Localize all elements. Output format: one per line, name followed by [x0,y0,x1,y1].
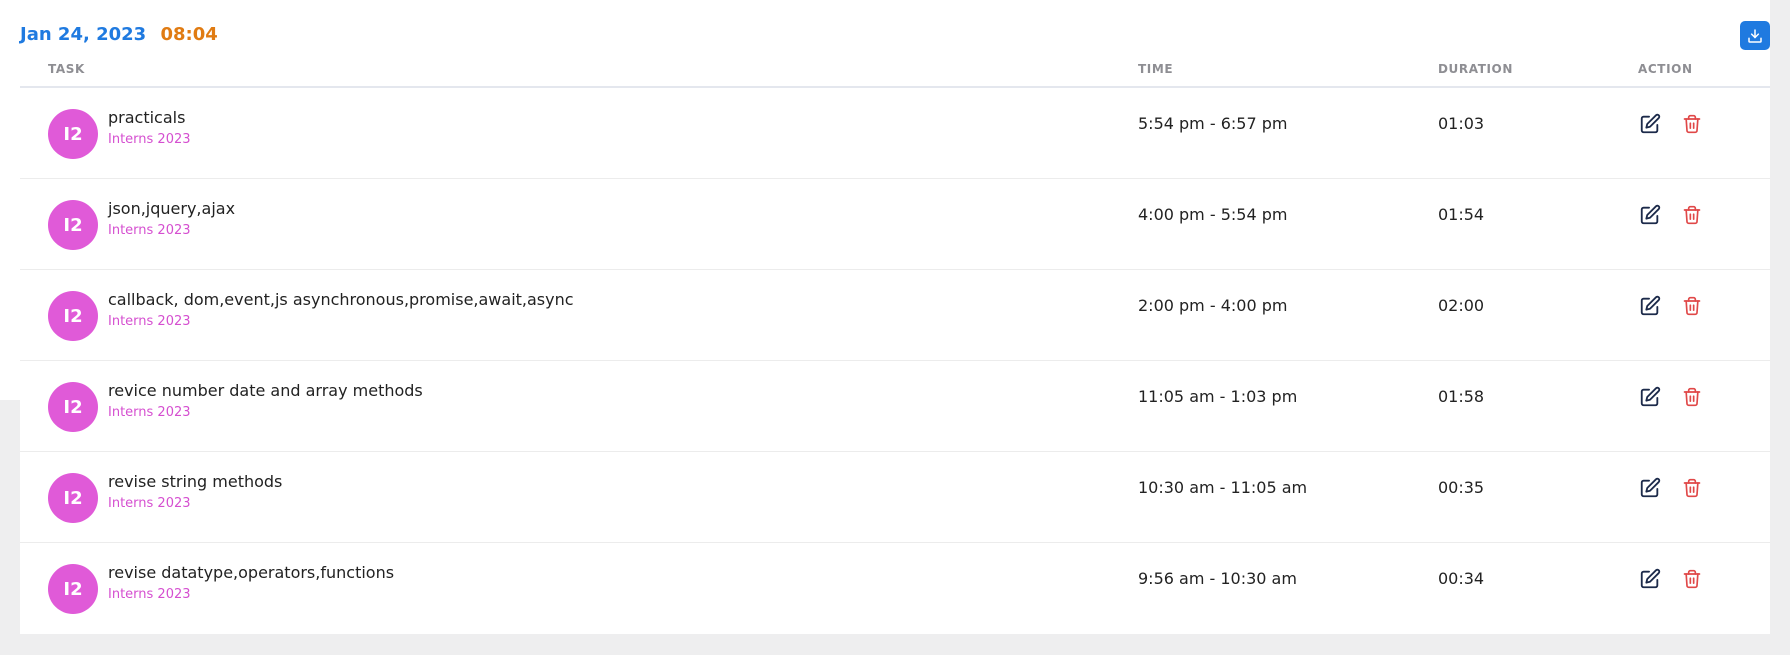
table-body: I2 practicals Interns 2023 5:54 pm - 6:5… [20,88,1770,634]
column-header-action: ACTION [1638,62,1693,76]
delete-button[interactable] [1679,566,1705,592]
edit-button[interactable] [1637,475,1663,501]
trash-icon [1682,386,1702,408]
project-avatar: I2 [48,473,98,523]
edit-icon [1639,113,1661,135]
task-duration: 00:34 [1438,569,1484,588]
delete-button[interactable] [1679,384,1705,410]
date-header: Jan 24, 2023 08:04 [20,24,218,45]
column-header-time: TIME [1138,62,1173,76]
download-button[interactable] [1740,21,1770,50]
task-duration: 01:54 [1438,205,1484,224]
project-avatar: I2 [48,291,98,341]
table-row: I2 revise string methods Interns 2023 10… [20,452,1770,543]
delete-button[interactable] [1679,111,1705,137]
trash-icon [1682,113,1702,135]
table-row: I2 revice number date and array methods … [20,361,1770,452]
table-row: I2 callback, dom,event,js asynchronous,p… [20,270,1770,361]
task-duration: 01:58 [1438,387,1484,406]
trash-icon [1682,568,1702,590]
task-project: Interns 2023 [108,132,191,147]
task-project: Interns 2023 [108,496,191,511]
task-project: Interns 2023 [108,405,191,420]
task-time-range: 10:30 am - 11:05 am [1138,478,1307,497]
edit-icon [1639,204,1661,226]
edit-icon [1639,477,1661,499]
task-name: revise string methods [108,472,282,491]
column-header-duration: DURATION [1438,62,1513,76]
edit-icon [1639,568,1661,590]
total-time: 08:04 [160,24,217,45]
task-name: revise datatype,operators,functions [108,563,394,582]
trash-icon [1682,477,1702,499]
task-duration: 00:35 [1438,478,1484,497]
delete-button[interactable] [1679,293,1705,319]
table-header: TASK TIME DURATION ACTION [20,52,1770,88]
project-avatar: I2 [48,200,98,250]
edit-button[interactable] [1637,202,1663,228]
project-avatar: I2 [48,382,98,432]
task-table: TASK TIME DURATION ACTION I2 practicals … [20,52,1770,634]
task-name: revice number date and array methods [108,381,423,400]
project-avatar: I2 [48,564,98,614]
edit-button[interactable] [1637,293,1663,319]
task-duration: 01:03 [1438,114,1484,133]
edit-button[interactable] [1637,566,1663,592]
task-time-range: 5:54 pm - 6:57 pm [1138,114,1287,133]
table-row: I2 json,jquery,ajax Interns 2023 4:00 pm… [20,179,1770,270]
edit-icon [1639,386,1661,408]
trash-icon [1682,204,1702,226]
task-duration: 02:00 [1438,296,1484,315]
task-time-range: 11:05 am - 1:03 pm [1138,387,1297,406]
delete-button[interactable] [1679,475,1705,501]
project-avatar: I2 [48,109,98,159]
edit-button[interactable] [1637,111,1663,137]
trash-icon [1682,295,1702,317]
task-project: Interns 2023 [108,223,191,238]
edit-icon [1639,295,1661,317]
column-header-task: TASK [48,62,85,76]
entry-date: Jan 24, 2023 [20,24,146,45]
edit-button[interactable] [1637,384,1663,410]
table-row: I2 practicals Interns 2023 5:54 pm - 6:5… [20,88,1770,179]
table-row: I2 revise datatype,operators,functions I… [20,543,1770,634]
task-name: json,jquery,ajax [108,199,235,218]
task-name: practicals [108,108,185,127]
task-time-range: 2:00 pm - 4:00 pm [1138,296,1287,315]
task-project: Interns 2023 [108,587,191,602]
task-name: callback, dom,event,js asynchronous,prom… [108,290,574,309]
delete-button[interactable] [1679,202,1705,228]
task-time-range: 9:56 am - 10:30 am [1138,569,1297,588]
download-icon [1746,27,1764,45]
task-time-range: 4:00 pm - 5:54 pm [1138,205,1287,224]
task-project: Interns 2023 [108,314,191,329]
